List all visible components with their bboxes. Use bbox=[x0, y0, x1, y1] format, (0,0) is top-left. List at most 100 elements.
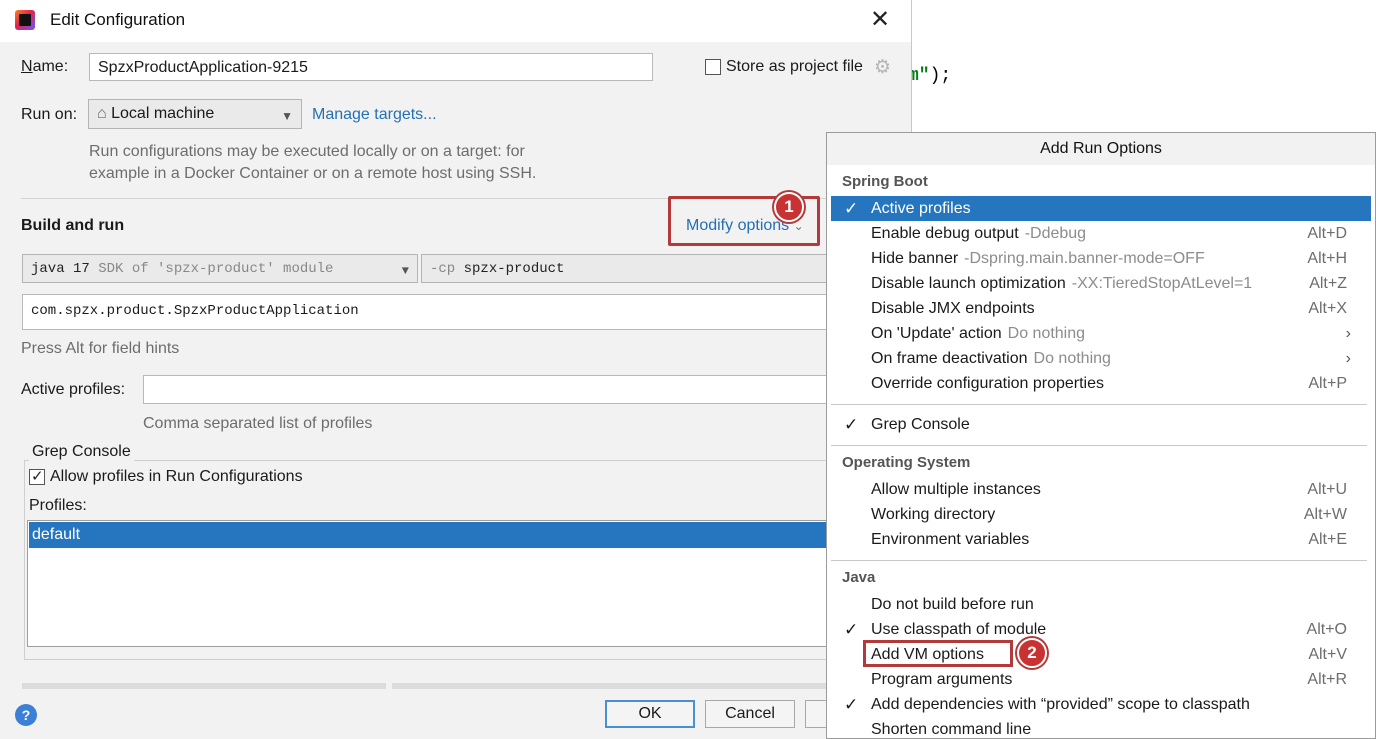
field-hint-text: Press Alt for field hints bbox=[21, 340, 180, 357]
menu-item-detail: -Ddebug bbox=[1024, 225, 1087, 242]
menu-item-allow-multiple-instances[interactable]: Allow multiple instances Alt+U bbox=[831, 477, 1371, 502]
close-icon[interactable]: ✕ bbox=[870, 6, 890, 34]
menu-item-shortcut: Alt+X bbox=[1308, 300, 1347, 317]
cp-value: spzx-product bbox=[463, 261, 565, 277]
help-icon[interactable]: ? bbox=[15, 704, 37, 726]
menu-item-shortcut: Alt+V bbox=[1308, 646, 1347, 663]
menu-item-override-configuration-properties[interactable]: Override configuration properties Alt+P bbox=[831, 371, 1371, 396]
menu-item-active-profiles[interactable]: ✓ Active profiles bbox=[831, 196, 1371, 221]
profiles-label: Profiles: bbox=[29, 497, 87, 514]
menu-item-label: On frame deactivation bbox=[871, 350, 1028, 367]
menu-item-shortcut: Alt+W bbox=[1303, 506, 1347, 523]
run-on-hint-line-1: Run configurations may be executed local… bbox=[89, 143, 525, 160]
run-on-label: Run on: bbox=[21, 106, 78, 123]
jdk-value: java 17 bbox=[31, 261, 90, 277]
menu-item-shortcut: Alt+O bbox=[1306, 621, 1347, 638]
menu-item-label: Do not build before run bbox=[871, 596, 1034, 613]
menu-item-label: Enable debug output bbox=[871, 225, 1019, 242]
section-spring-boot: Spring Boot bbox=[842, 173, 928, 190]
section-operating-system: Operating System bbox=[842, 454, 971, 471]
dialog-title: Edit Configuration bbox=[50, 10, 186, 29]
menu-item-label: Allow multiple instances bbox=[871, 481, 1041, 498]
code-punctuation: ); bbox=[929, 66, 952, 86]
menu-item-label: Shorten command line bbox=[871, 721, 1032, 738]
menu-item-grep-console[interactable]: ✓ Grep Console bbox=[831, 412, 1371, 437]
ok-button[interactable]: OK bbox=[605, 700, 695, 728]
menu-item-detail: -Dspring.main.banner-mode=OFF bbox=[964, 250, 1205, 267]
annotation-badge-1: 1 bbox=[774, 192, 804, 222]
horizontal-scrollbar-right[interactable] bbox=[392, 683, 832, 689]
store-as-project-file-label[interactable]: Store as project file bbox=[726, 58, 863, 76]
check-icon: ✓ bbox=[844, 695, 859, 714]
active-profiles-input[interactable] bbox=[143, 375, 843, 404]
classpath-module-select[interactable]: -cp spzx-product bbox=[421, 254, 841, 283]
check-icon: ✓ bbox=[844, 620, 859, 639]
chevron-right-icon: › bbox=[1345, 325, 1351, 342]
check-icon: ✓ bbox=[844, 415, 859, 434]
menu-separator bbox=[831, 404, 1367, 405]
menu-item-on-frame-deactivation[interactable]: On frame deactivation Do nothing › bbox=[831, 346, 1371, 371]
main-class-input[interactable]: com.spzx.product.SpzxProductApplication bbox=[22, 294, 842, 330]
menu-item-shortcut: Alt+P bbox=[1308, 375, 1347, 392]
menu-item-label: On 'Update' action bbox=[871, 325, 1002, 342]
chevron-down-icon: ▼ bbox=[281, 109, 293, 123]
store-as-project-file-checkbox[interactable] bbox=[705, 59, 721, 75]
menu-item-label: Disable JMX endpoints bbox=[871, 300, 1035, 317]
menu-item-shorten-command-line[interactable]: Shorten command line bbox=[831, 717, 1371, 738]
annotation-badge-2: 2 bbox=[1017, 638, 1047, 668]
menu-item-disable-jmx-endpoints[interactable]: Disable JMX endpoints Alt+X bbox=[831, 296, 1371, 321]
jdk-select[interactable]: java 17 SDK of 'spzx-product' module ▼ bbox=[22, 254, 418, 283]
chevron-down-icon: ▼ bbox=[401, 264, 409, 278]
cancel-button[interactable]: Cancel bbox=[705, 700, 795, 728]
menu-item-add-provided-dependencies[interactable]: ✓ Add dependencies with “provided” scope… bbox=[831, 692, 1371, 717]
edit-configuration-dialog: Edit Configuration ✕ Name: SpzxProductAp… bbox=[0, 0, 912, 739]
menu-item-on-update-action[interactable]: On 'Update' action Do nothing › bbox=[831, 321, 1371, 346]
home-icon: ⌂ bbox=[97, 105, 107, 122]
grep-console-group-title: Grep Console bbox=[29, 443, 134, 461]
menu-item-hide-banner[interactable]: Hide banner -Dspring.main.banner-mode=OFF… bbox=[831, 246, 1371, 271]
active-profiles-label: Active profiles: bbox=[21, 381, 126, 398]
profiles-list[interactable]: default bbox=[27, 520, 830, 647]
section-java: Java bbox=[842, 569, 876, 586]
horizontal-scrollbar-left[interactable] bbox=[22, 683, 386, 689]
menu-separator bbox=[831, 445, 1367, 446]
run-on-hint-line-2: example in a Docker Container or on a re… bbox=[89, 165, 537, 182]
menu-item-label: Use classpath of module bbox=[871, 621, 1047, 638]
menu-item-label: Override configuration properties bbox=[871, 375, 1105, 392]
menu-item-disable-launch-optimization[interactable]: Disable launch optimization -XX:TieredSto… bbox=[831, 271, 1371, 296]
run-on-value: Local machine bbox=[111, 105, 215, 122]
run-on-select[interactable]: ⌂ Local machine ▼ bbox=[88, 99, 302, 129]
menu-item-shortcut: Alt+U bbox=[1307, 481, 1347, 498]
menu-item-program-arguments[interactable]: Program arguments Alt+R bbox=[831, 667, 1371, 692]
name-input[interactable]: SpzxProductApplication-9215 bbox=[89, 53, 653, 81]
menu-item-label: Hide banner bbox=[871, 250, 959, 267]
intellij-idea-icon bbox=[15, 10, 35, 30]
menu-item-label: Disable launch optimization bbox=[871, 275, 1066, 292]
allow-profiles-checkbox[interactable] bbox=[29, 467, 45, 485]
annotation-highlight-add-vm-options bbox=[863, 640, 1013, 667]
menu-item-label: Working directory bbox=[871, 506, 996, 523]
menu-item-use-classpath-of-module[interactable]: ✓ Use classpath of module Alt+O bbox=[831, 617, 1371, 642]
allow-profiles-label[interactable]: Allow profiles in Run Configurations bbox=[50, 468, 303, 486]
menu-item-label: Program arguments bbox=[871, 671, 1013, 688]
popup-title: Add Run Options bbox=[827, 133, 1375, 165]
menu-item-do-not-build-before-run[interactable]: Do not build before run bbox=[831, 592, 1371, 617]
menu-separator bbox=[831, 560, 1367, 561]
menu-item-environment-variables[interactable]: Environment variables Alt+E bbox=[831, 527, 1371, 552]
menu-item-detail: Do nothing bbox=[1007, 325, 1086, 342]
jdk-detail: SDK of 'spzx-product' module bbox=[98, 261, 334, 277]
code-snippet: m"); bbox=[908, 66, 951, 86]
menu-item-shortcut: Alt+Z bbox=[1309, 275, 1347, 292]
menu-item-shortcut: Alt+H bbox=[1307, 250, 1347, 267]
gear-icon[interactable]: ⚙ bbox=[874, 56, 891, 79]
menu-item-shortcut: Alt+D bbox=[1307, 225, 1347, 242]
menu-item-label: Active profiles bbox=[871, 200, 971, 217]
menu-item-working-directory[interactable]: Working directory Alt+W bbox=[831, 502, 1371, 527]
menu-item-shortcut: Alt+E bbox=[1308, 531, 1347, 548]
list-item[interactable]: default bbox=[29, 522, 829, 548]
dialog-titlebar: Edit Configuration ✕ bbox=[0, 0, 911, 42]
menu-item-label: Grep Console bbox=[871, 416, 970, 433]
menu-item-enable-debug-output[interactable]: Enable debug output -Ddebug Alt+D bbox=[831, 221, 1371, 246]
build-and-run-heading: Build and run bbox=[21, 217, 125, 234]
manage-targets-link[interactable]: Manage targets... bbox=[312, 106, 437, 124]
